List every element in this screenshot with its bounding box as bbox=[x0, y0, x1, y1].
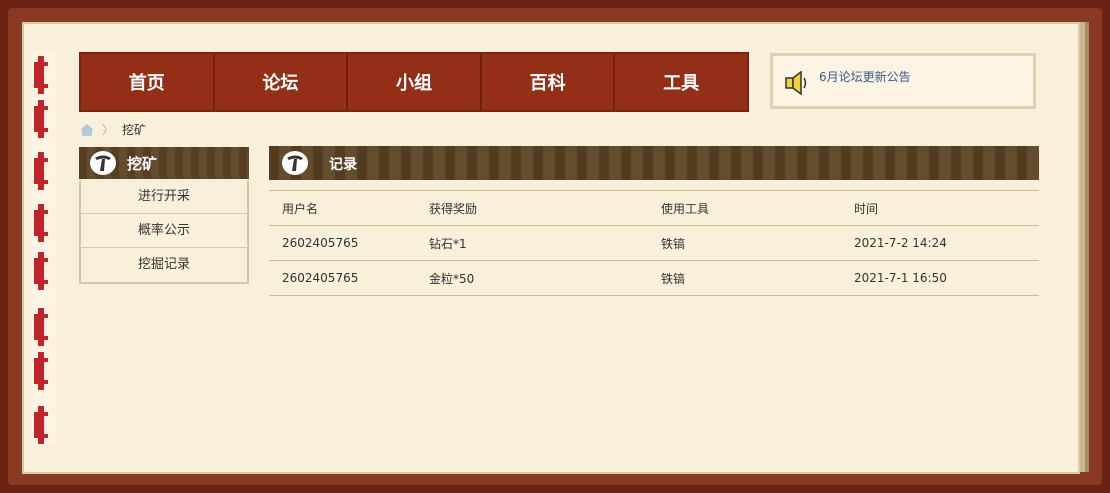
ring-icon bbox=[34, 308, 50, 346]
cell-tool: 铁镐 bbox=[648, 260, 841, 296]
cell-time: 2021-7-2 14:24 bbox=[841, 225, 1039, 261]
cell-reward: 金粒*50 bbox=[416, 260, 648, 296]
ring-icon bbox=[34, 204, 50, 242]
records-header: 记录 bbox=[269, 146, 1039, 180]
breadcrumb-separator: 〉 bbox=[102, 123, 115, 137]
cell-reward: 钻石*1 bbox=[416, 225, 648, 261]
ring-binder bbox=[32, 52, 56, 444]
ring-icon bbox=[34, 406, 50, 444]
cell-username: 2602405765 bbox=[269, 260, 416, 296]
ring-icon bbox=[34, 100, 50, 138]
sidebar-header: 挖矿 bbox=[79, 147, 249, 179]
nav-item-forum[interactable]: 论坛 bbox=[215, 54, 349, 110]
column-header-reward: 获得奖励 bbox=[416, 190, 648, 226]
announcement-link[interactable]: 6月论坛更新公告 bbox=[819, 68, 911, 85]
speaker-icon bbox=[785, 70, 807, 96]
column-header-time: 时间 bbox=[841, 190, 1039, 226]
cell-tool: 铁镐 bbox=[648, 225, 841, 261]
breadcrumb-current: 挖矿 bbox=[122, 123, 147, 137]
cell-time: 2021-7-1 16:50 bbox=[841, 260, 1039, 296]
ring-icon bbox=[34, 56, 50, 94]
sidebar-item-probability[interactable]: 概率公示 bbox=[81, 214, 247, 248]
home-icon[interactable] bbox=[80, 123, 94, 136]
sidebar-item-records[interactable]: 挖掘记录 bbox=[81, 248, 247, 281]
records-table: 用户名 获得奖励 使用工具 时间 2602405765 钻石*1 铁镐 2021… bbox=[269, 190, 1039, 296]
column-header-tool: 使用工具 bbox=[648, 190, 841, 226]
pickaxe-icon bbox=[282, 151, 308, 175]
ring-icon bbox=[34, 152, 50, 190]
breadcrumb: 〉 挖矿 bbox=[80, 121, 146, 138]
sidebar-menu: 进行开采 概率公示 挖掘记录 bbox=[79, 180, 249, 284]
table-row: 2602405765 钻石*1 铁镐 2021-7-2 14:24 bbox=[269, 225, 1039, 261]
sidebar-item-mine[interactable]: 进行开采 bbox=[81, 180, 247, 214]
main-nav: 首页 论坛 小组 百科 工具 bbox=[79, 52, 749, 112]
announcement-box: 6月论坛更新公告 bbox=[770, 53, 1036, 109]
records-title: 记录 bbox=[329, 157, 357, 173]
nav-item-wiki[interactable]: 百科 bbox=[482, 54, 616, 110]
table-row: 2602405765 金粒*50 铁镐 2021-7-1 16:50 bbox=[269, 260, 1039, 296]
ring-icon bbox=[34, 252, 50, 290]
nav-item-home[interactable]: 首页 bbox=[81, 54, 215, 110]
nav-item-tools[interactable]: 工具 bbox=[615, 54, 747, 110]
column-header-username: 用户名 bbox=[269, 190, 416, 226]
table-header-row: 用户名 获得奖励 使用工具 时间 bbox=[269, 190, 1039, 226]
pickaxe-icon bbox=[90, 151, 116, 175]
page-edge bbox=[1085, 22, 1089, 472]
sidebar-title: 挖矿 bbox=[127, 155, 158, 173]
nav-item-groups[interactable]: 小组 bbox=[348, 54, 482, 110]
ring-icon bbox=[34, 352, 50, 390]
cell-username: 2602405765 bbox=[269, 225, 416, 261]
